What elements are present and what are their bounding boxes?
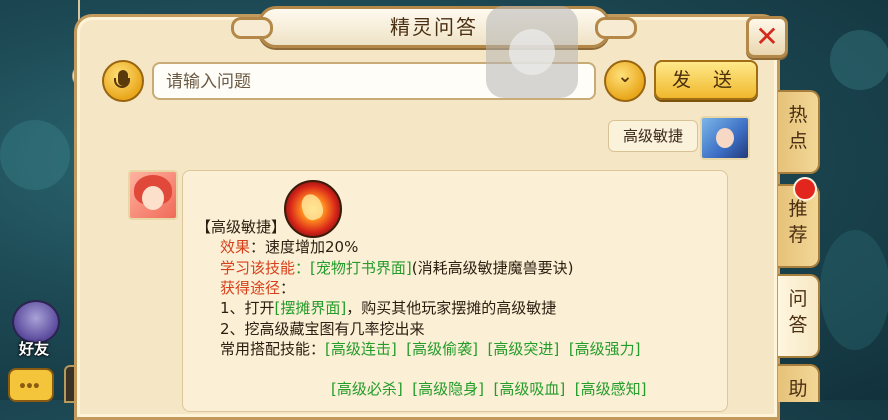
learn-row: 学习该技能：[宠物打书界面](消耗高级敏捷魔兽要诀) (220, 257, 573, 278)
phoenix-skill-icon (284, 180, 342, 238)
close-icon: ✕ (755, 20, 779, 53)
answer-title: 【高级敏捷】 (196, 218, 287, 236)
suggestions-dropdown-button[interactable]: ⌄ (604, 60, 646, 102)
obtain-item-1: 1、打开[摆摊界面]，购买其他玩家摆摊的高级敏捷 (220, 297, 556, 318)
obtain-item-2: 2、挖高级藏宝图有几率挖出来 (220, 320, 425, 338)
friends-label: 好友 (18, 340, 49, 358)
combo-skill-link[interactable]: [高级必杀] (331, 380, 403, 398)
send-button[interactable]: 发 送 (654, 60, 758, 100)
combo-skill-link[interactable]: [高级连击] (325, 340, 397, 358)
close-button[interactable]: ✕ (746, 16, 788, 58)
chat-bubble-icon: ••• (18, 379, 41, 395)
voice-input-button[interactable] (102, 60, 144, 102)
tab-qa-label: 问答 (788, 288, 808, 336)
obtain-row: 获得途径： (220, 277, 295, 298)
background-orb (0, 120, 70, 190)
tab-helper[interactable]: 助 (778, 364, 820, 402)
effect-label: 效果 (220, 238, 251, 256)
combo-skill-link[interactable]: [高级吸血] (494, 380, 566, 398)
user-message-bubble: 高级敏捷 (608, 120, 698, 152)
combo-skill-link[interactable]: [高级感知] (575, 380, 647, 398)
obtain-label: 获得途径 (220, 279, 281, 297)
tab-qa[interactable]: 问答 (778, 274, 820, 358)
tab-hot[interactable]: 热点 (778, 90, 820, 174)
background-orb (830, 30, 888, 90)
obtain-1-suffix: ，购买其他玩家摆摊的高级敏捷 (346, 299, 557, 317)
pet-book-link[interactable]: ：[宠物打书界面] (295, 259, 412, 277)
obtain-colon: ： (280, 279, 296, 297)
combo-label: 常用搭配技能： (220, 340, 326, 358)
combo-skill-link[interactable]: [高级隐身] (412, 380, 484, 398)
combo-skill-link[interactable]: [高级偷袭] (406, 340, 478, 358)
tab-helper-label: 助 (788, 378, 808, 400)
tab-hot-label: 热点 (788, 104, 808, 152)
learn-note: (消耗高级敏捷魔兽要诀) (411, 259, 574, 277)
combo-skill-link[interactable]: [高级强力] (569, 340, 641, 358)
chevron-down-icon: ⌄ (617, 66, 633, 87)
effect-value: ：速度增加20% (250, 238, 359, 256)
bot-avatar (128, 170, 178, 220)
user-avatar (700, 116, 750, 160)
learn-label: 学习该技能 (220, 259, 296, 277)
obtain-1-prefix: 1、打开 (220, 299, 275, 317)
chat-button[interactable]: ••• (8, 368, 54, 402)
send-button-label: 发 送 (671, 69, 741, 91)
user-message-text: 高级敏捷 (622, 127, 683, 145)
effect-row: 效果：速度增加20% (220, 236, 358, 257)
friends-button[interactable]: 好友 (4, 300, 62, 360)
assistive-touch-overlay[interactable] (486, 6, 578, 98)
stall-link[interactable]: [摆摊界面] (275, 299, 347, 317)
combo-row-2: [高级必杀] [高级隐身] [高级吸血] [高级感知] (331, 378, 647, 399)
background-orb (820, 230, 888, 350)
combo-row: 常用搭配技能：[高级连击] [高级偷袭] [高级突进] [高级强力] (220, 338, 641, 359)
notification-badge (793, 177, 817, 201)
combo-skill-link[interactable]: [高级突进] (488, 340, 560, 358)
